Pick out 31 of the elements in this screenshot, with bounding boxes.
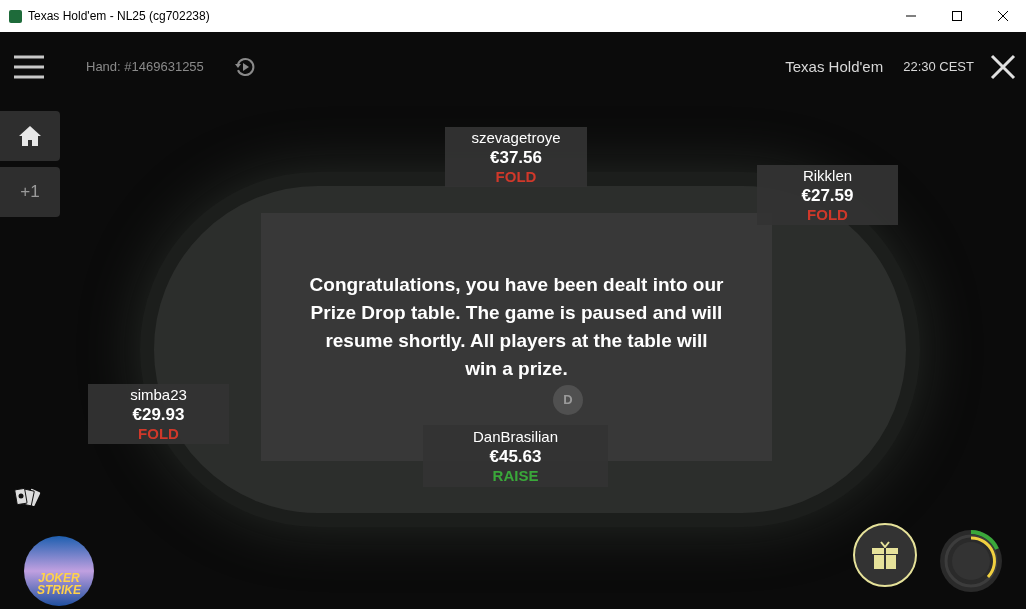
promo-game-logo[interactable]: JOKER STRIKE [24,536,94,606]
player-stack: €27.59 [801,184,854,206]
player-action: FOLD [807,205,848,224]
maximize-icon [952,11,962,21]
player-stack: €29.93 [132,403,185,425]
logo-text: JOKER [38,572,80,584]
close-icon[interactable] [990,54,1016,80]
player-name: DanBrasilian [472,427,558,446]
hand-number: Hand: #1469631255 [86,58,204,77]
player-stack: €37.56 [490,146,542,168]
player-name: Rikklen [802,166,853,185]
timer-ring-icon [939,529,1003,593]
gift-icon [869,540,901,570]
prize-drop-message: Congratulations, you have been dealt into our Prize Drop table. The game is paused and will resume shortly. All players at the table will win a prize. [308,273,725,381]
logo-text: STRIKE [37,584,81,596]
gift-button[interactable] [853,523,917,587]
player-name: szevagetroye [471,128,561,147]
close-icon [998,11,1008,21]
player-action: FOLD [495,167,537,186]
player-action: FOLD [138,424,179,443]
window-title: Texas Hold'em - NL25 (cg702238) [28,8,210,25]
home-button[interactable] [0,111,60,161]
player-action: RAISE [492,466,539,485]
game-name: Texas Hold'em [785,56,884,77]
add-table-button[interactable]: +1 [0,167,60,217]
player-stack: €45.63 [489,445,542,467]
home-icon [18,125,42,147]
replay-icon[interactable] [233,56,256,78]
app-icon [9,9,22,23]
clock-time: 22:30 CEST [903,58,974,77]
player-name: simba23 [130,385,187,404]
